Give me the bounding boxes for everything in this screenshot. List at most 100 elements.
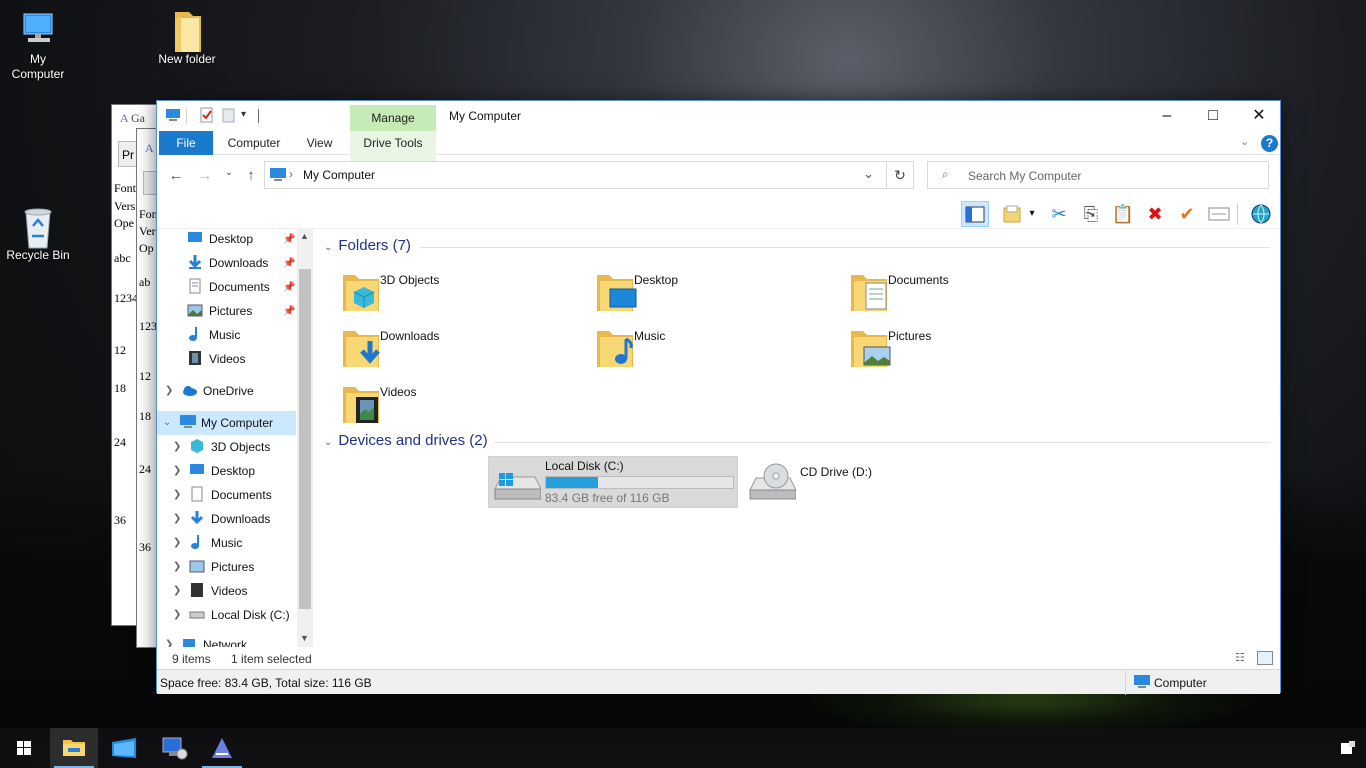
start-button[interactable] [0, 728, 48, 768]
nav-item-music[interactable]: Music [187, 323, 240, 347]
chevron-down-icon[interactable]: ▾ [1025, 201, 1039, 227]
nav-item-videos[interactable]: Videos [189, 579, 247, 603]
music-folder-icon [596, 325, 636, 367]
minimize-button[interactable]: – [1144, 101, 1190, 131]
bg-text: 36 [139, 540, 151, 554]
preview-pane-button[interactable] [961, 201, 989, 227]
address-bar[interactable]: › My Computer ⌄ [264, 161, 914, 189]
folder-item-desktop[interactable]: Desktop [578, 265, 828, 317]
taskbar-app-network[interactable] [150, 728, 198, 768]
tab-file[interactable]: File [159, 131, 213, 155]
properties-icon[interactable] [199, 107, 215, 123]
nav-item-3d-objects[interactable]: 3D Objects [189, 435, 270, 459]
folder-item-music[interactable]: Music [578, 321, 828, 373]
scroll-up-icon[interactable]: ▲ [300, 231, 309, 241]
help-icon[interactable]: ? [1261, 135, 1278, 152]
nav-item-my-computer[interactable]: My Computer [179, 411, 273, 435]
nav-item-desktop[interactable]: Desktop [189, 459, 255, 483]
address-text[interactable]: My Computer [303, 168, 375, 182]
chevron-right-icon[interactable]: ❯ [173, 603, 183, 627]
cut-icon[interactable]: ✂ [1045, 201, 1073, 227]
nav-item-pictures[interactable]: Pictures [187, 299, 252, 323]
nav-item-desktop[interactable]: Desktop [187, 229, 253, 251]
chevron-right-icon[interactable]: ❯ [173, 531, 183, 555]
recent-locations-button[interactable]: ⌄ [219, 167, 239, 178]
scrollbar-thumb[interactable] [299, 269, 311, 609]
nav-item-documents[interactable]: Documents [187, 275, 270, 299]
folder-item-downloads[interactable]: Downloads [324, 321, 574, 373]
chevron-right-icon[interactable]: ❯ [173, 579, 183, 603]
large-icons-view-icon[interactable] [1257, 651, 1273, 665]
nav-item-onedrive[interactable]: OneDrive [181, 379, 254, 403]
explorer-window[interactable]: ▾ Manage My Computer – □ ✕ File Computer… [156, 100, 1281, 695]
details-view-icon[interactable]: ☷ [1235, 651, 1251, 665]
computer-icon[interactable] [165, 107, 181, 123]
nav-item-pictures[interactable]: Pictures [189, 555, 254, 579]
pin-icon[interactable]: 📌 [283, 306, 295, 317]
nav-item-documents[interactable]: Documents [189, 483, 272, 507]
taskbar-app-font-viewer[interactable] [198, 728, 246, 768]
chevron-right-icon[interactable]: ❯ [173, 483, 183, 507]
nav-item-local-disk[interactable]: Local Disk (C:) [189, 603, 290, 627]
folder-item-documents[interactable]: Documents [832, 265, 1082, 317]
chevron-down-icon[interactable]: ⌄ [324, 242, 332, 253]
maximize-button[interactable]: □ [1190, 101, 1236, 131]
tab-manage[interactable]: Manage [350, 105, 436, 131]
new-folder-icon[interactable] [221, 107, 237, 123]
desktop-icon-my-computer[interactable]: My Computer [0, 10, 76, 82]
desktop-icon-new-folder[interactable]: New folder [149, 10, 225, 67]
chevron-right-icon[interactable]: ❯ [173, 555, 183, 579]
chevron-right-icon[interactable]: ❯ [173, 435, 183, 459]
chevron-right-icon[interactable]: ❯ [165, 633, 175, 647]
pin-icon[interactable]: 📌 [283, 282, 295, 293]
folder-item-3d-objects[interactable]: 3D Objects [324, 265, 574, 317]
nav-item-network[interactable]: Network [181, 633, 247, 647]
rename-icon[interactable] [1205, 201, 1233, 227]
scroll-down-icon[interactable]: ▼ [300, 633, 309, 643]
content-area[interactable]: ⌄ Folders (7) 3D Objects Desktop Document… [314, 229, 1280, 647]
pin-icon[interactable]: 📌 [283, 258, 295, 269]
drive-item-local-disk[interactable]: Local Disk (C:) 83.4 GB free of 116 GB [488, 456, 738, 508]
nav-item-downloads[interactable]: Downloads [189, 507, 270, 531]
chevron-down-icon[interactable]: ⌄ [163, 411, 173, 435]
drive-name: CD Drive (D:) [800, 465, 872, 479]
refresh-button[interactable]: ↻ [886, 161, 914, 189]
tab-view[interactable]: View [297, 131, 342, 155]
new-item-icon[interactable] [999, 201, 1027, 227]
delete-icon[interactable]: ✖ [1141, 201, 1169, 227]
close-button[interactable]: ✕ [1236, 101, 1282, 131]
navigation-pane[interactable]: Desktop 📌 Downloads 📌 Documents 📌 Pictur… [157, 229, 313, 647]
folder-item-pictures[interactable]: Pictures [832, 321, 1082, 373]
title-bar[interactable]: ▾ Manage My Computer – □ ✕ [157, 101, 1280, 131]
group-header-devices[interactable]: ⌄ Devices and drives (2) [324, 432, 1274, 449]
chevron-down-icon[interactable]: ▾ [241, 107, 257, 123]
back-button[interactable]: ← [166, 167, 186, 184]
nav-scrollbar[interactable]: ▲ ▼ [297, 229, 313, 647]
nav-item-videos[interactable]: Videos [187, 347, 245, 371]
forward-button[interactable]: → [195, 167, 215, 184]
search-input[interactable]: ⌕ Search My Computer [927, 161, 1269, 189]
chevron-down-icon[interactable]: ⌄ [324, 437, 332, 448]
nav-item-music[interactable]: Music [189, 531, 242, 555]
ribbon-expand-icon[interactable]: ⌄ [1240, 135, 1249, 148]
taskbar-app-windows[interactable] [100, 728, 148, 768]
chevron-right-icon[interactable]: ❯ [165, 379, 175, 403]
address-dropdown-icon[interactable]: ⌄ [863, 166, 874, 182]
computer-icon [1133, 674, 1151, 693]
chevron-right-icon[interactable]: ❯ [173, 459, 183, 483]
desktop-icon-recycle-bin[interactable]: Recycle Bin [0, 206, 76, 263]
nav-item-downloads[interactable]: Downloads [187, 251, 268, 275]
check-icon[interactable]: ✔ [1173, 201, 1201, 227]
drive-item-cd-drive[interactable]: CD Drive (D:) [744, 456, 994, 508]
globe-icon[interactable] [1247, 201, 1275, 227]
group-header-folders[interactable]: ⌄ Folders (7) [324, 237, 1274, 254]
taskbar-file-explorer[interactable] [50, 728, 98, 768]
notification-icon[interactable] [1340, 740, 1356, 756]
tab-computer[interactable]: Computer [219, 131, 289, 155]
paste-icon[interactable]: 📋 [1109, 201, 1137, 227]
pin-icon[interactable]: 📌 [283, 234, 295, 245]
chevron-right-icon[interactable]: ❯ [173, 507, 183, 531]
up-button[interactable]: ↑ [241, 167, 261, 184]
copy-icon[interactable]: ⎘ [1077, 201, 1105, 227]
folder-item-videos[interactable]: Videos [324, 377, 574, 429]
